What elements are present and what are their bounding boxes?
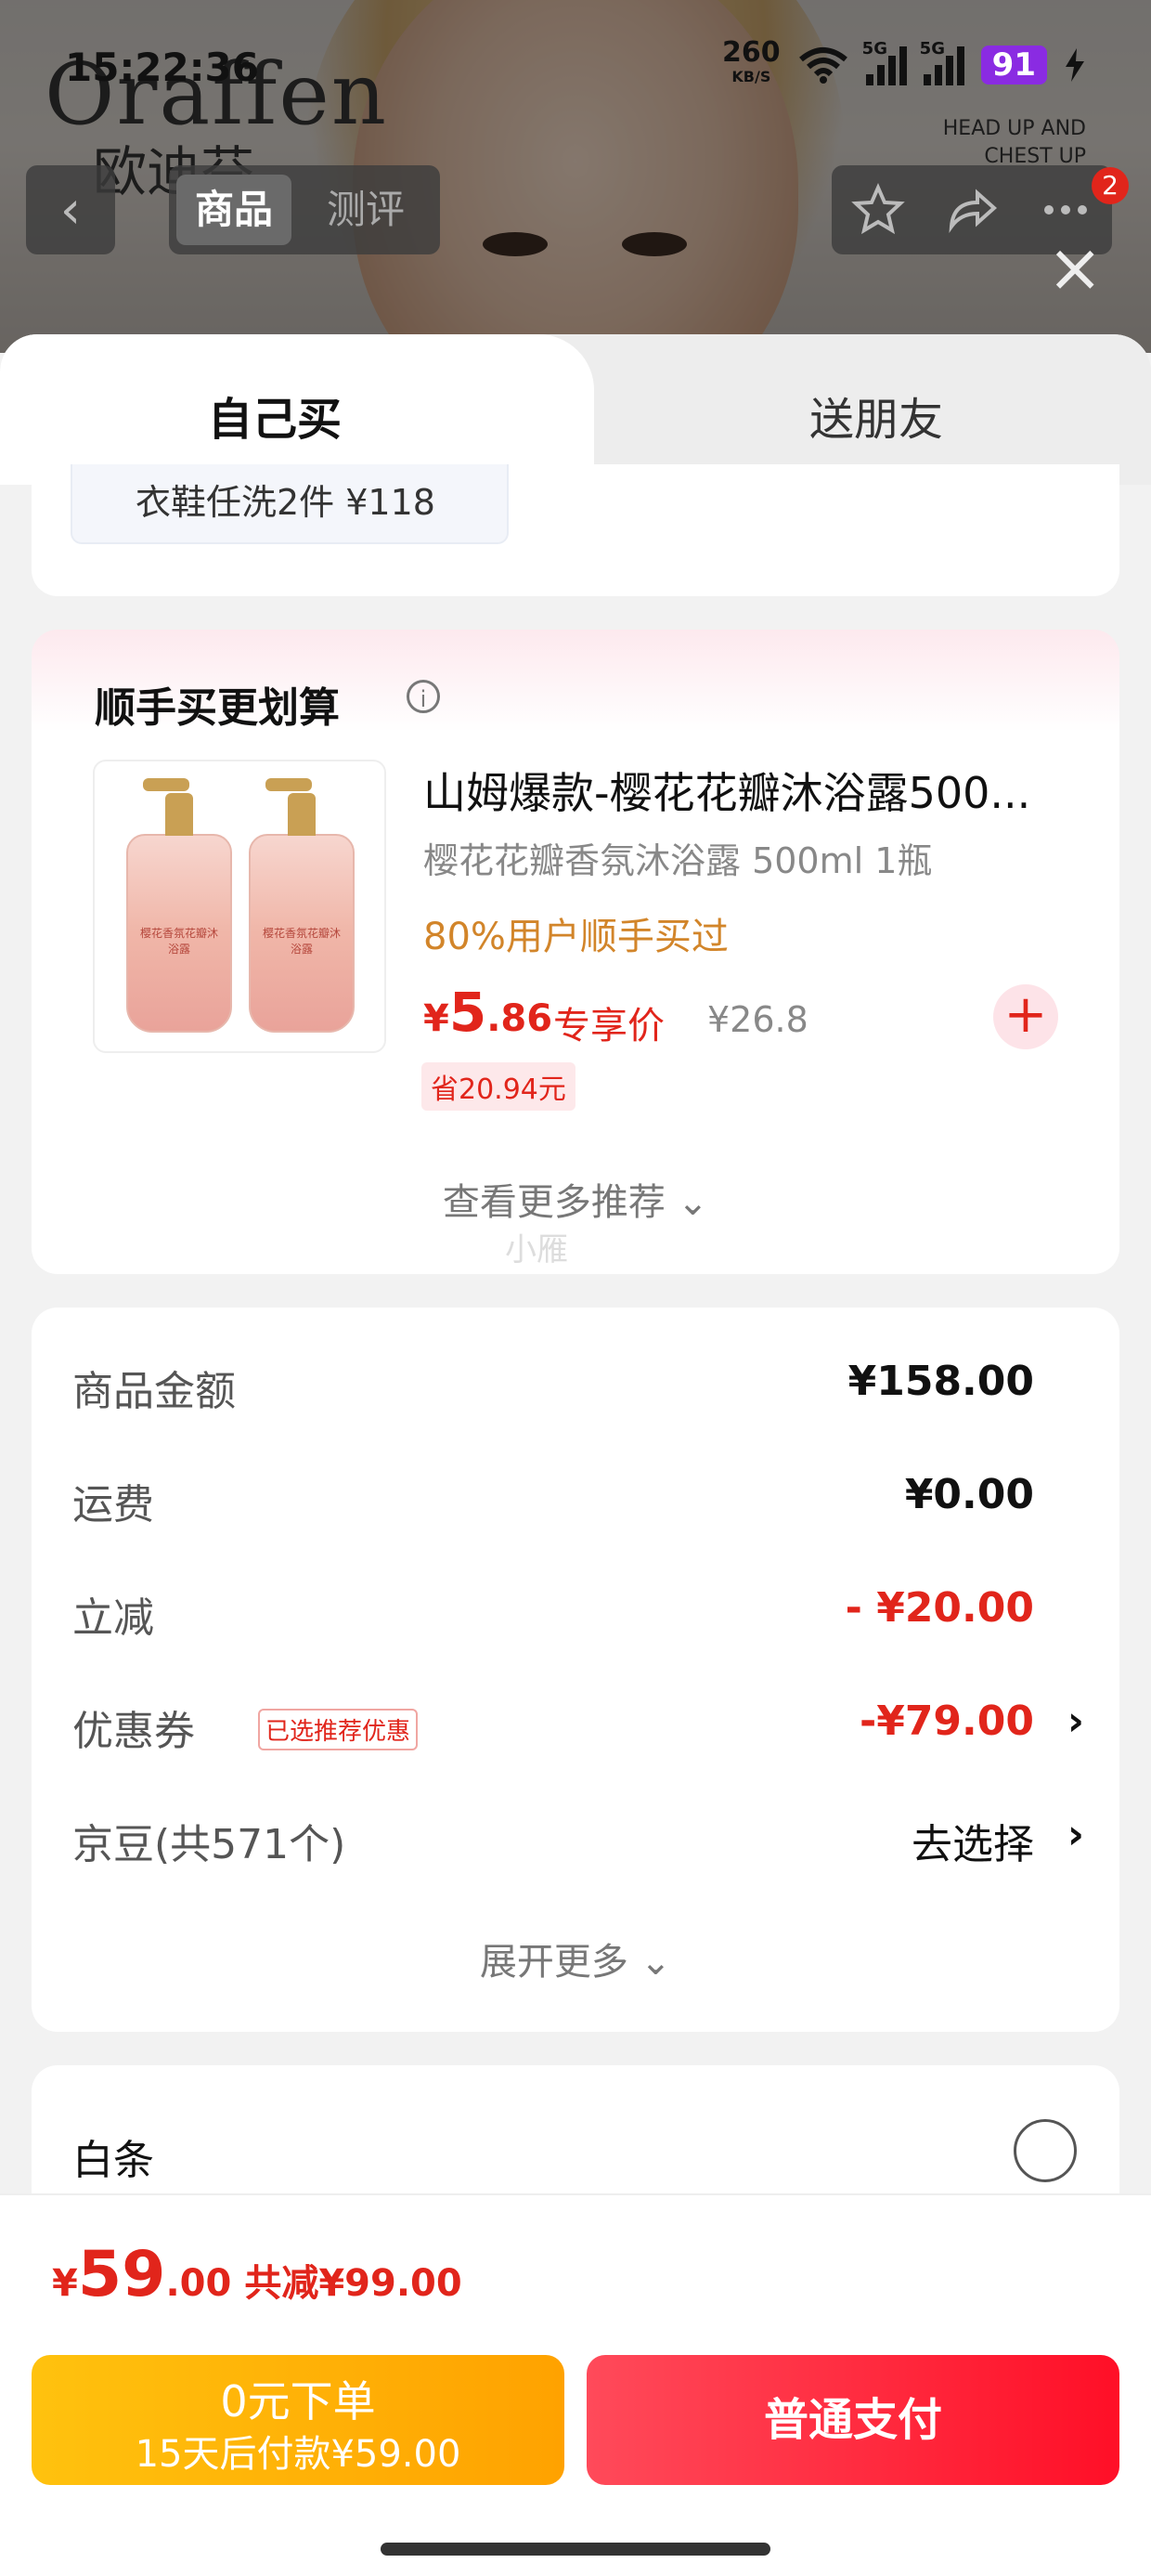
original-price: ¥26.8 — [707, 999, 808, 1040]
total-decimal: .00 — [165, 2262, 232, 2305]
top-tab-bar: 商品 测评 — [169, 165, 440, 254]
summary-row-instant-discount: 立减 - ¥20.00 — [72, 1577, 1084, 1651]
bottle-label: 樱花香氛花瓣沐浴露 — [262, 927, 341, 956]
bottle-label: 樱花香氛花瓣沐浴露 — [139, 927, 218, 956]
add-addon-button[interactable]: + — [993, 984, 1058, 1049]
price-integer: 5 — [448, 981, 487, 1044]
addon-product-image[interactable]: 樱花香氛花瓣沐浴露 樱花香氛花瓣沐浴露 — [93, 760, 386, 1053]
tab-buy-for-self-label: 自己买 — [208, 394, 343, 446]
network-speed-value: 260 — [722, 36, 781, 69]
promo-card: 衣鞋任洗2件 ¥118 — [32, 464, 1119, 596]
tab-buy-for-self[interactable]: 自己买 — [0, 334, 594, 485]
summary-label: 立减 — [72, 1594, 154, 1642]
battery-level: 91 — [980, 46, 1047, 85]
zero-down-order-button[interactable]: 0元下单 15天后付款¥59.00 — [32, 2355, 564, 2485]
cell-signal-icon: 5G — [920, 39, 964, 85]
cell-signal-icon: 5G — [862, 39, 907, 85]
exclusive-price-label: 专享价 — [553, 1005, 665, 1047]
back-button[interactable]: ‹ — [26, 165, 115, 254]
coupon-selected-tag: 已选推荐优惠 — [258, 1709, 419, 1750]
checkout-bottom-bar: ¥59.00 共减¥99.00 0元下单 15天后付款¥59.00 普通支付 — [0, 2193, 1151, 2576]
tab-gift-to-friend[interactable]: 送朋友 — [809, 383, 943, 448]
summary-label: 商品金额 — [72, 1368, 236, 1415]
summary-value: - ¥20.00 — [845, 1584, 1034, 1632]
status-icons: 260 KB/S 5G 5G 91 — [722, 39, 1086, 89]
close-icon: × — [1047, 228, 1104, 306]
addon-product-name[interactable]: 山姆爆款-樱花花瓣沐浴露500... — [423, 760, 1030, 821]
star-favorite-icon[interactable] — [850, 182, 906, 238]
promo-chip[interactable]: 衣鞋任洗2件 ¥118 — [71, 464, 509, 544]
promo-chip-label: 衣鞋任洗2件 ¥118 — [136, 482, 435, 523]
zero-down-title: 0元下单 — [220, 2376, 376, 2426]
watermark-text: 小雁 — [505, 1231, 568, 1268]
plus-icon: + — [1003, 984, 1048, 1045]
summary-value: 去选择 — [912, 1821, 1034, 1868]
addon-bought-rate: 80%用户顺手买过 — [423, 916, 729, 958]
summary-value: ¥0.00 — [904, 1471, 1034, 1518]
savings-badge: 省20.94元 — [421, 1062, 576, 1111]
summary-value: -¥79.00 — [859, 1698, 1034, 1745]
purchase-mode-tabs: 自己买 送朋友 — [0, 334, 1151, 485]
baitiao-label: 白条 — [72, 2137, 154, 2184]
order-total: ¥59.00 共减¥99.00 — [52, 2238, 462, 2311]
chevron-right-icon: › — [1067, 1698, 1084, 1745]
baitiao-radio[interactable] — [1014, 2119, 1077, 2182]
chevron-down-icon: ⌄ — [677, 1181, 709, 1224]
addon-price: ¥5.86 — [423, 981, 552, 1044]
summary-label: 优惠券 — [72, 1708, 195, 1755]
addon-title: 顺手买更划算 — [95, 684, 340, 732]
total-integer: 59 — [77, 2238, 166, 2311]
message-count-badge: 2 — [1092, 167, 1129, 204]
view-more-recommendations[interactable]: 查看更多推荐 ⌄ — [32, 1172, 1119, 1226]
tab-review[interactable]: 测评 — [308, 175, 423, 245]
status-bar: 15:22:36 260 KB/S 5G 5G 91 — [0, 37, 1151, 93]
network-speed: 260 KB/S — [722, 39, 781, 89]
home-indicator[interactable] — [381, 2543, 770, 2556]
summary-row-coupon[interactable]: 优惠券 已选推荐优惠 -¥79.00 › — [72, 1690, 1084, 1764]
summary-row-goods-amount: 商品金额 ¥158.00 — [72, 1350, 1084, 1425]
view-more-label: 查看更多推荐 — [442, 1181, 666, 1224]
tab-goods[interactable]: 商品 — [176, 175, 292, 245]
summary-label: 运费 — [72, 1481, 154, 1529]
summary-value: ¥158.00 — [847, 1358, 1034, 1405]
signal-type-label: 5G — [861, 39, 887, 59]
wifi-icon — [798, 47, 847, 84]
expand-more-label: 展开更多 — [479, 1941, 628, 1984]
price-summary-card: 商品金额 ¥158.00 运费 ¥0.00 立减 - ¥20.00 优惠券 已选… — [32, 1308, 1119, 2032]
chevron-left-icon: ‹ — [59, 179, 82, 241]
summary-row-jingdou[interactable]: 京豆(共571个) 去选择 › — [72, 1803, 1084, 1878]
status-time: 15:22:36 — [65, 45, 259, 90]
price-currency: ¥ — [423, 997, 449, 1040]
bottle-image: 樱花香氛花瓣沐浴露 — [126, 778, 232, 1033]
chevron-right-icon: › — [1067, 1811, 1084, 1858]
close-sheet-button[interactable]: × — [1047, 234, 1103, 301]
charging-bolt-icon — [1066, 48, 1084, 82]
info-icon[interactable]: i — [407, 680, 440, 713]
addon-product-spec: 樱花花瓣香氛沐浴露 500ml 1瓶 — [423, 840, 933, 881]
expand-more-button[interactable]: 展开更多 ⌄ — [32, 1932, 1119, 1985]
signal-type-label: 5G — [919, 39, 945, 59]
total-reduction: 共减¥99.00 — [244, 2262, 462, 2305]
price-decimal: .86 — [486, 997, 553, 1040]
share-icon[interactable] — [944, 182, 1000, 238]
regular-pay-button[interactable]: 普通支付 — [587, 2355, 1119, 2485]
total-currency: ¥ — [52, 2262, 78, 2305]
summary-row-shipping: 运费 ¥0.00 — [72, 1464, 1084, 1538]
addon-recommend-card: 顺手买更划算 i 樱花香氛花瓣沐浴露 樱花香氛花瓣沐浴露 山姆爆款-樱花花瓣沐浴… — [32, 630, 1119, 1274]
summary-label: 京豆(共571个) — [72, 1821, 346, 1868]
zero-down-subtitle: 15天后付款¥59.00 — [135, 2433, 461, 2476]
chevron-down-icon: ⌄ — [640, 1941, 672, 1984]
bottle-image: 樱花香氛花瓣沐浴露 — [249, 778, 355, 1033]
